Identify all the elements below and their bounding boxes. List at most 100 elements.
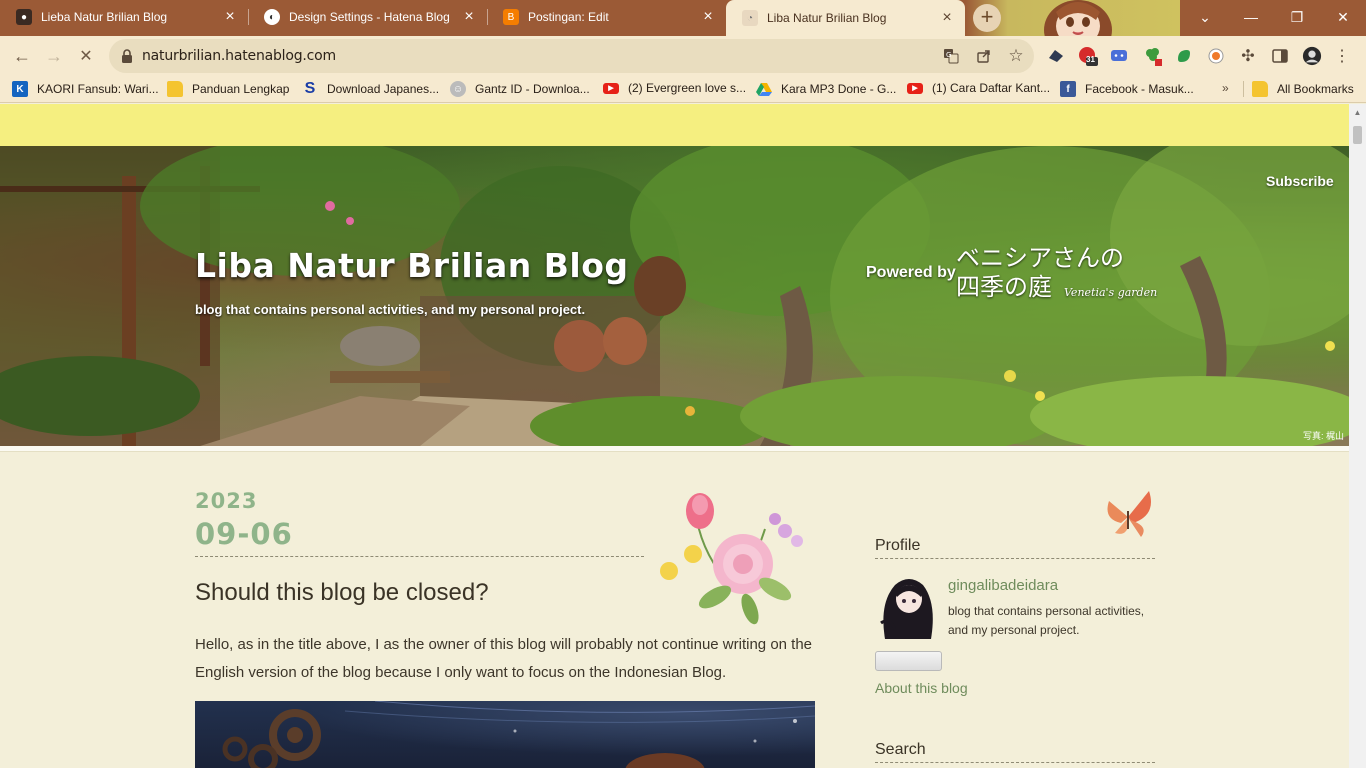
- address-bar[interactable]: naturbrilian.hatenablog.com G ☆: [109, 39, 1034, 73]
- post-body-text: Hello, as in the title above, I as the o…: [195, 636, 813, 681]
- bookmark-label: All Bookmarks: [1277, 82, 1354, 96]
- blogger-icon: B: [503, 9, 519, 25]
- close-tab-icon[interactable]: ×: [222, 9, 238, 25]
- close-tab-icon[interactable]: ×: [461, 9, 477, 25]
- powered-by-label: Powered by: [866, 264, 956, 281]
- extension-chat-icon[interactable]: [1109, 46, 1129, 66]
- s-logo-icon: S: [304, 80, 316, 97]
- restore-icon: ❐: [1290, 8, 1304, 25]
- extension-puzzle-bird-icon[interactable]: [1046, 46, 1066, 66]
- bookmark-item[interactable]: ▶ (2) Evergreen love s...: [603, 81, 746, 95]
- extensions-puzzle-icon[interactable]: ✣: [1238, 46, 1258, 66]
- profile-heading-divider: [875, 558, 1155, 559]
- bookmark-label: Kara MP3 Done - G...: [781, 82, 897, 96]
- folder-icon: [1252, 81, 1268, 97]
- minimize-button[interactable]: —: [1228, 0, 1274, 34]
- tab-strip: ● Lieba Natur Brilian Blog × ◐ Design Se…: [0, 0, 1366, 36]
- tab-postingan-edit[interactable]: B Postingan: Edit ×: [487, 0, 726, 34]
- profile-heading: Profile: [875, 537, 921, 554]
- tab-search-button[interactable]: ⌄: [1182, 0, 1228, 34]
- tab-design-settings[interactable]: ◐ Design Settings - Hatena Blog ×: [248, 0, 487, 34]
- page-scrollbar[interactable]: ▲: [1349, 104, 1366, 768]
- extension-green-clover-icon[interactable]: [1143, 46, 1163, 66]
- gantz-icon: ☺: [450, 81, 466, 97]
- bookmark-label: Download Japanes...: [327, 82, 440, 96]
- extension-red-badge-icon[interactable]: 31: [1078, 46, 1098, 66]
- bookmark-star-icon[interactable]: ☆: [1006, 46, 1026, 66]
- translate-icon[interactable]: G: [941, 46, 961, 66]
- search-heading: Search: [875, 741, 926, 758]
- forward-arrow-icon: →: [45, 45, 63, 66]
- bookmark-item[interactable]: ▶ (1) Cara Daftar Kant...: [907, 81, 1050, 95]
- close-tab-icon[interactable]: ×: [700, 9, 716, 25]
- lock-icon[interactable]: [121, 49, 133, 63]
- browser-toolbar: ← → ✕ naturbrilian.hatenablog.com G ☆ 31…: [0, 36, 1366, 76]
- google-drive-icon: [756, 81, 772, 97]
- close-window-button[interactable]: ✕: [1320, 0, 1366, 34]
- double-chevron-icon: »: [1222, 81, 1229, 95]
- butterfly-illustration: [1107, 491, 1151, 537]
- close-tab-icon[interactable]: ×: [939, 10, 955, 26]
- post-date-month-day[interactable]: 09-06: [195, 517, 293, 551]
- header-divider: [0, 446, 1349, 452]
- blog-title[interactable]: Liba Natur Brilian Blog: [195, 246, 629, 285]
- extension-green-leaf-icon[interactable]: [1174, 46, 1194, 66]
- extension-orange-circle-icon[interactable]: [1206, 46, 1226, 66]
- subscribe-link[interactable]: Subscribe: [1266, 173, 1334, 189]
- tab-title: Liba Natur Brilian Blog: [767, 11, 887, 25]
- theme-character-image: [1044, 0, 1112, 36]
- folder-icon: [167, 81, 183, 97]
- bookmark-label: KAORI Fansub: Wari...: [37, 82, 159, 96]
- url-text[interactable]: naturbrilian.hatenablog.com: [142, 48, 336, 64]
- stop-loading-button[interactable]: ✕: [72, 42, 100, 70]
- follow-button[interactable]: [875, 651, 942, 671]
- restore-button[interactable]: ❐: [1274, 0, 1320, 34]
- new-tab-button[interactable]: +: [973, 4, 1001, 32]
- share-icon[interactable]: [974, 46, 994, 66]
- forward-button[interactable]: →: [40, 42, 68, 70]
- back-button[interactable]: ←: [8, 42, 36, 70]
- post-date-year[interactable]: 2023: [195, 489, 257, 513]
- tab-title: Design Settings - Hatena Blog: [289, 10, 450, 24]
- bookmark-item[interactable]: S Download Japanes...: [302, 80, 440, 97]
- bookmark-item[interactable]: Kara MP3 Done - G...: [756, 81, 896, 97]
- bookmark-item[interactable]: K KAORI Fansub: Wari...: [12, 81, 159, 97]
- svg-text:G: G: [946, 51, 951, 59]
- page-viewport: Subscribe Liba Natur Brilian Blog blog t…: [0, 104, 1349, 768]
- top-banner-strip: [0, 104, 1349, 146]
- chrome-menu-icon[interactable]: ⋮: [1332, 46, 1352, 66]
- about-blog-link[interactable]: About this blog: [875, 680, 968, 696]
- scrollbar-thumb[interactable]: [1353, 126, 1362, 144]
- profile-name-link[interactable]: gingalibadeidara: [948, 577, 1058, 594]
- blog-description: blog that contains personal activities, …: [195, 302, 586, 317]
- youtube-icon: ▶: [907, 82, 923, 94]
- side-panel-icon[interactable]: [1270, 46, 1290, 66]
- all-bookmarks-button[interactable]: All Bookmarks: [1252, 81, 1354, 97]
- tab-lieba-natur-brilian-blog[interactable]: ● Lieba Natur Brilian Blog ×: [0, 0, 248, 34]
- bookmark-label: (2) Evergreen love s...: [628, 81, 747, 95]
- profile-avatar-icon[interactable]: [1302, 46, 1322, 66]
- bookmark-item[interactable]: ☺ Gantz ID - Downloa...: [450, 81, 590, 97]
- chevron-down-icon: ⌄: [1199, 8, 1211, 25]
- profile-avatar[interactable]: [875, 573, 937, 639]
- profile-description: blog that contains personal activities, …: [948, 604, 1145, 637]
- bookmark-folder[interactable]: Panduan Lengkap: [167, 81, 289, 97]
- bookmarks-overflow-button[interactable]: »: [1222, 81, 1229, 95]
- blog-favicon-icon: ●: [16, 9, 32, 25]
- extension-badge-count: 31: [1086, 55, 1095, 64]
- close-icon: ✕: [1337, 8, 1349, 25]
- loading-favicon-icon: ◔: [742, 10, 758, 26]
- post-title[interactable]: Should this blog be closed?: [195, 579, 489, 607]
- blog-header-image: Subscribe Liba Natur Brilian Blog blog t…: [0, 146, 1349, 446]
- bookmark-item[interactable]: f Facebook - Masuk...: [1060, 81, 1194, 97]
- scroll-up-arrow-icon[interactable]: ▲: [1349, 108, 1366, 118]
- youtube-icon: ▶: [603, 82, 619, 94]
- close-icon: ✕: [79, 48, 93, 65]
- bookmarks-bar: K KAORI Fansub: Wari... Panduan Lengkap …: [0, 76, 1366, 103]
- bookmark-label: Gantz ID - Downloa...: [475, 82, 590, 96]
- tab-liba-natur-brilian-blog-active[interactable]: ◔ Liba Natur Brilian Blog ×: [726, 0, 965, 36]
- bookmark-label: (1) Cara Daftar Kant...: [932, 81, 1051, 95]
- photo-credit: 写真: 梶山: [1303, 431, 1345, 441]
- bookmark-label: Facebook - Masuk...: [1085, 82, 1194, 96]
- flower-illustration: [660, 493, 803, 625]
